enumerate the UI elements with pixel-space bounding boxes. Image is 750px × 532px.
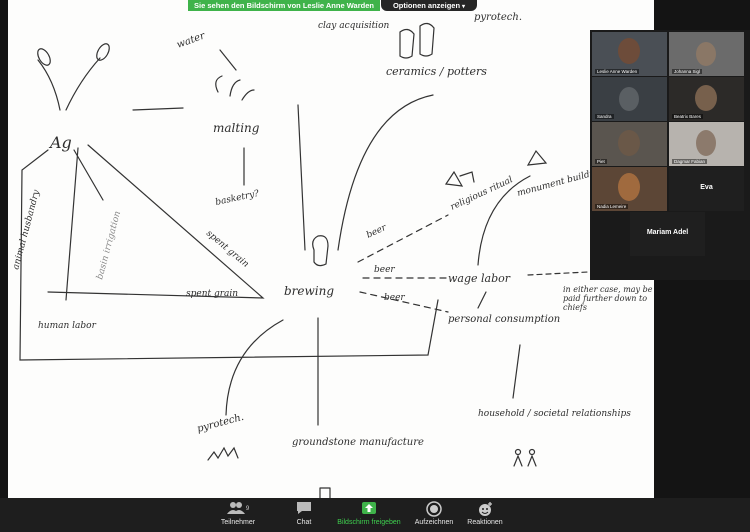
chevron-down-icon: ▾ <box>462 4 466 10</box>
label-spent-grain: spent grain <box>186 289 238 299</box>
participant-video <box>696 130 716 156</box>
view-options-label: Optionen anzeigen <box>392 1 461 10</box>
household-arrow <box>512 344 521 399</box>
monument-glyph <box>526 149 548 166</box>
share-screen-icon <box>330 501 408 518</box>
participant-tile[interactable]: Eva <box>669 167 744 211</box>
label-basketry: basketry? <box>215 189 261 208</box>
people-glyph <box>513 454 537 467</box>
label-personal-consumption: personal consumption <box>448 314 560 325</box>
participant-name: Sandra <box>595 114 614 119</box>
participant-video <box>618 173 640 201</box>
person-glyph-2 <box>528 448 536 456</box>
meeting-toolbar: 9 Teilnehmer Chat Bildschirm freigeben A… <box>0 498 750 532</box>
participant-tile[interactable]: Beatrix Bares <box>669 77 744 121</box>
wheat-head-left <box>37 48 51 66</box>
label-pyrotech-bottom: pyrotech. <box>196 412 245 435</box>
participant-tile[interactable]: Leslie Anne Warden <box>592 32 667 76</box>
participant-tile[interactable]: Sandra <box>592 77 667 121</box>
label-ag: Ag <box>48 133 72 152</box>
shared-whiteboard: Ag water malting basketry? clay acquisit… <box>8 0 654 498</box>
participant-video <box>619 87 639 111</box>
reactions-label: Reaktionen <box>467 519 503 526</box>
record-button[interactable]: Aufzeichnen <box>410 501 458 531</box>
participant-video <box>618 130 640 156</box>
participant-tile[interactable]: Dagmar Fabian <box>669 122 744 166</box>
participant-name: Eva <box>700 184 713 191</box>
pot-right <box>419 22 435 57</box>
label-household: household / societal relationships <box>478 409 631 419</box>
participant-tile[interactable]: Piet <box>592 122 667 166</box>
participant-name: Beatrix Bares <box>672 114 704 119</box>
concept-diagram: Ag water malting basketry? clay acquisit… <box>11 12 631 498</box>
participant-video <box>696 42 716 66</box>
person-glyph-1 <box>514 448 522 456</box>
husbandry-arrow <box>73 149 104 201</box>
participant-tile[interactable]: Johanna Sigl <box>669 32 744 76</box>
brewing-vessel <box>312 235 329 267</box>
record-label: Aufzeichnen <box>414 519 454 526</box>
groundstone-glyph <box>319 487 331 498</box>
view-options-button[interactable]: Optionen anzeigen ▾ <box>381 0 477 11</box>
diagram-labels: Ag water malting basketry? clay acquisit… <box>11 12 631 448</box>
spent-grain-triangle <box>47 144 265 299</box>
label-basin-irrigation: basin irrigation <box>95 210 123 281</box>
label-animal-husbandry: animal husbandry <box>11 188 42 271</box>
share-screen-label: Bildschirm freigeben <box>337 519 401 526</box>
ag-malting-arrow <box>132 107 184 111</box>
participant-name: Dagmar Fabian <box>672 159 708 164</box>
label-wage-labor: wage labor <box>448 272 511 285</box>
participants-icon: 9 <box>212 501 264 518</box>
label-pyrotech-top: pyrotech. <box>474 12 522 23</box>
reactions-button[interactable]: Reaktionen <box>460 501 510 531</box>
malting-brewing-arrow <box>297 104 306 251</box>
wheat-head-right <box>96 43 110 61</box>
label-spent-grain-diag: spent grain <box>204 229 250 270</box>
note-dash <box>527 271 589 276</box>
label-human-labor: human labor <box>38 321 97 331</box>
chat-button[interactable]: Chat <box>284 501 324 531</box>
participant-name: Johanna Sigl <box>672 69 703 74</box>
ritual-glyph <box>444 170 475 187</box>
participant-name: Leslie Anne Warden <box>595 69 640 74</box>
record-icon <box>410 501 458 518</box>
label-brewing: brewing <box>284 284 334 298</box>
pyrotech-arrow <box>225 319 284 416</box>
label-clay-acquisition: clay acquisition <box>318 21 389 31</box>
reactions-icon <box>460 501 510 518</box>
pot-left <box>399 28 415 59</box>
label-beer-2: beer <box>374 265 395 275</box>
malting-sprouts <box>215 75 255 101</box>
participant-video <box>618 38 640 64</box>
participants-count: 9 <box>245 506 250 512</box>
screen-share-banner: Sie sehen den Bildschirm von Leslie Anne… <box>188 0 380 11</box>
participant-video <box>695 85 717 111</box>
chat-icon <box>284 501 324 518</box>
participant-tile[interactable]: Mariam Adel <box>630 212 705 256</box>
label-groundstone: groundstone manufacture <box>292 437 424 448</box>
label-malting: malting <box>213 121 260 135</box>
label-note: in either case, may be paid further down… <box>563 285 653 312</box>
label-beer-3: beer <box>384 293 405 303</box>
chat-label: Chat <box>296 519 312 526</box>
label-water: water <box>175 30 207 51</box>
participant-tile[interactable]: Nadia Lemeire <box>592 167 667 211</box>
wheat-stem-left <box>37 59 61 111</box>
labor-consumption-arrow <box>477 291 487 309</box>
participant-gallery: Leslie Anne Warden Johanna Sigl Sandra B… <box>590 30 750 280</box>
share-screen-button[interactable]: Bildschirm freigeben <box>330 501 408 531</box>
participant-name: Nadia Lemeire <box>595 204 629 209</box>
participants-button[interactable]: 9 Teilnehmer <box>212 501 264 531</box>
participant-name: Piet <box>595 159 607 164</box>
labor-arrow <box>65 147 79 301</box>
fire-glyph <box>207 446 239 461</box>
label-beer-1: beer <box>365 223 389 241</box>
participant-name: Mariam Adel <box>646 229 689 236</box>
label-ceramics: ceramics / potters <box>386 65 487 78</box>
wheat-stem-right <box>65 57 101 111</box>
participants-label: Teilnehmer <box>220 519 256 526</box>
water-arrow <box>219 49 237 71</box>
zoom-window: Ag water malting basketry? clay acquisit… <box>0 0 750 532</box>
